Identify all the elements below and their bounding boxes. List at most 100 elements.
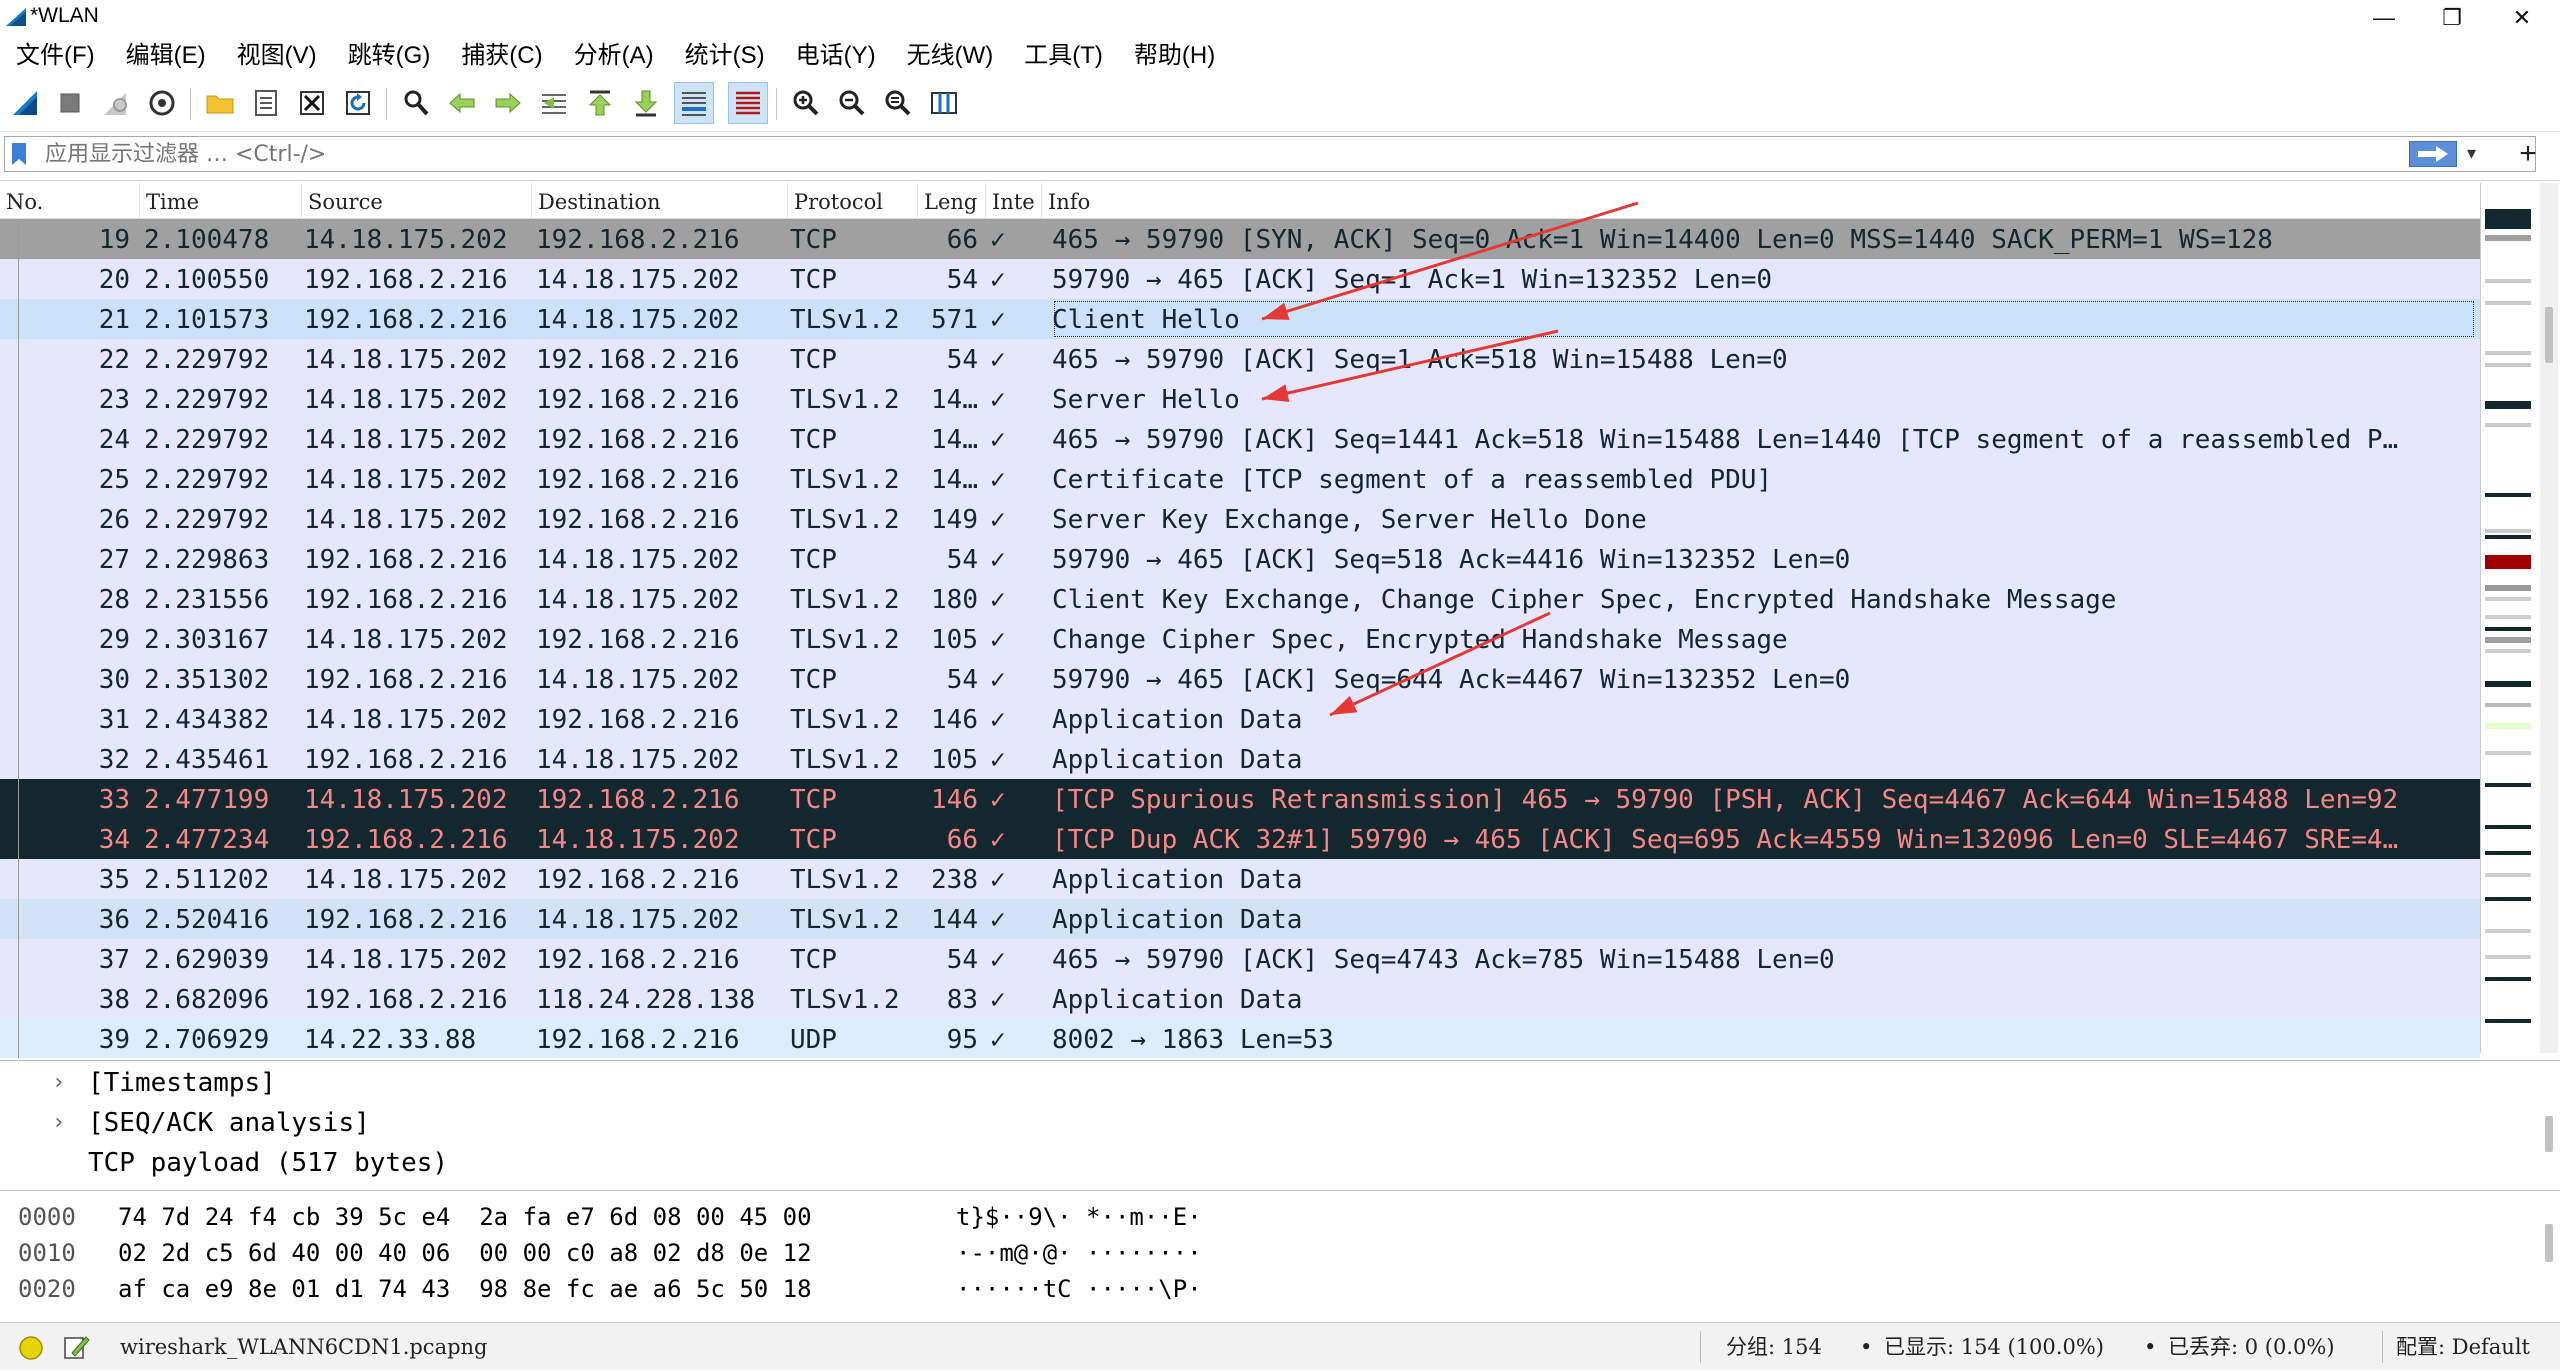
scroll-thumb[interactable] [2545,307,2553,363]
detail-tree-item[interactable]: › [Timestamps] [0,1063,2530,1103]
minimap-packet-mark [2485,649,2531,653]
minimize-icon: — [2373,5,2395,30]
packet-list-scrollbar[interactable] [2540,183,2558,1053]
minimap-packet-mark [2485,351,2531,355]
profile-indicator[interactable]: 配置: Default [2396,1323,2530,1371]
menu-wireless[interactable]: 无线(W) [891,36,1009,76]
annotation-arrow-line [1329,611,1551,717]
menu-tools[interactable]: 工具(T) [1008,36,1118,76]
minimap-packet-mark [2485,597,2531,601]
start-capture-button[interactable] [6,82,46,124]
detail-tree-item[interactable]: › [SEQ/ACK analysis] [0,1103,2530,1143]
hex-ascii[interactable]: t}$··9\· *··m··E· [956,1199,1202,1235]
resize-columns-button[interactable] [924,82,964,124]
minimap-packet-mark [2485,279,2531,283]
shark-fin-start-icon [13,91,37,115]
menu-capture[interactable]: 捕获(C) [445,36,557,76]
annotation-arrowhead [1262,384,1290,402]
go-back-button[interactable] [442,82,482,124]
add-filter-button[interactable]: + [2500,136,2556,172]
find-packet-button[interactable] [396,82,436,124]
detail-item-label: [SEQ/ACK analysis] [88,1108,370,1138]
zoom-normal-icon [885,90,911,116]
packet-list: No. Time Source Destination Protocol Len… [0,180,2560,1058]
status-bar: wireshark_WLANN6CDN1.pcapng 分组: 154 • 已显… [0,1322,2560,1370]
open-folder-icon [206,95,234,114]
hex-offset[interactable]: 0020 [18,1271,76,1307]
colorize-button[interactable] [728,82,768,124]
go-first-button[interactable] [580,82,620,124]
bytes-scrollbar[interactable] [2540,1222,2558,1302]
packets-count: 分组: 154 [1726,1335,1822,1359]
menu-help[interactable]: 帮助(H) [1118,36,1230,76]
reload-icon [346,91,370,115]
detail-tree-item[interactable]: TCP payload (517 bytes) [0,1143,2530,1183]
minimize-button[interactable]: — [2352,0,2416,36]
minimap-packet-mark [2485,301,2531,305]
menu-telephony[interactable]: 电话(Y) [780,36,891,76]
go-last-button[interactable] [626,82,666,124]
window-title: *WLAN [30,4,99,27]
wireshark-fin-icon [6,8,26,26]
display-filter-bar: ▾ [4,136,2536,172]
annotation-arrowhead [1262,302,1290,320]
zoom-normal-button[interactable] [878,82,918,124]
stop-capture-icon [60,93,80,113]
zoom-out-button[interactable] [832,82,872,124]
minimap-packet-mark [2485,423,2531,427]
minimap-packet-mark [2485,977,2531,981]
stop-capture-button[interactable] [50,82,90,124]
display-filter-input[interactable] [45,137,2405,171]
details-scrollbar[interactable] [2540,1114,2558,1160]
expert-info-indicator-icon[interactable] [18,1335,44,1361]
menu-statistics[interactable]: 统计(S) [669,36,780,76]
minimap-packet-mark [2485,235,2531,241]
close-file-button[interactable] [292,82,332,124]
annotation-arrow-line [1261,329,1559,401]
filter-history-dropdown[interactable]: ▾ [2467,143,2476,164]
save-file-button[interactable] [246,82,286,124]
hex-bytes[interactable]: 02 2d c5 6d 40 00 40 06 00 00 c0 a8 02 d… [118,1235,812,1271]
dropped-count: 已丢弃: 0 (0.0%) [2168,1335,2335,1359]
minimap-packet-mark [2485,897,2531,901]
capture-comment-icon[interactable] [62,1333,90,1361]
capture-file-name[interactable]: wireshark_WLANN6CDN1.pcapng [120,1323,488,1371]
reload-button[interactable] [338,82,378,124]
expand-arrow-icon[interactable]: › [52,1063,65,1103]
capture-options-button[interactable] [142,82,182,124]
expand-arrow-icon[interactable]: › [52,1103,65,1143]
menu-file[interactable]: 文件(F) [0,36,110,76]
menu-edit[interactable]: 编辑(E) [110,36,221,76]
restart-capture-button[interactable] [96,82,136,124]
close-button[interactable]: ✕ [2490,0,2554,36]
menu-analyze[interactable]: 分析(A) [558,36,669,76]
annotation-arrowhead [1330,695,1358,715]
close-icon: ✕ [2512,5,2532,30]
hex-bytes[interactable]: af ca e9 8e 01 d1 74 43 98 8e fc ae a6 5… [118,1271,812,1307]
bytes-scroll-thumb[interactable] [2545,1224,2553,1262]
menu-go[interactable]: 跳转(G) [332,36,446,76]
autoscroll-button[interactable] [674,82,714,124]
packet-minimap[interactable] [2480,183,2534,1053]
menu-view[interactable]: 视图(V) [221,36,332,76]
minimap-packet-mark [2485,681,2531,687]
go-first-icon [588,90,612,116]
minimap-packet-mark [2485,783,2531,787]
minimap-packet-mark [2485,615,2531,619]
zoom-out-icon [839,90,865,116]
title-bar: *WLAN — ❐ ✕ [0,0,2560,36]
hex-bytes[interactable]: 74 7d 24 f4 cb 39 5c e4 2a fa e7 6d 08 0… [118,1199,812,1235]
go-to-packet-button[interactable] [534,82,574,124]
hex-offset[interactable]: 0010 [18,1235,76,1271]
go-forward-button[interactable] [488,82,528,124]
hex-ascii[interactable]: ······tC ·····\P· [956,1271,1202,1307]
go-forward-icon [495,92,521,114]
hex-offset[interactable]: 0000 [18,1199,76,1235]
details-scroll-thumb[interactable] [2545,1116,2553,1152]
maximize-button[interactable]: ❐ [2420,0,2484,36]
hex-ascii[interactable]: ·-·m@·@· ········ [956,1235,1202,1271]
zoom-in-button[interactable] [786,82,826,124]
open-file-button[interactable] [200,82,240,124]
apply-filter-button[interactable] [2409,141,2457,167]
filter-bookmark-icon[interactable] [9,141,29,167]
